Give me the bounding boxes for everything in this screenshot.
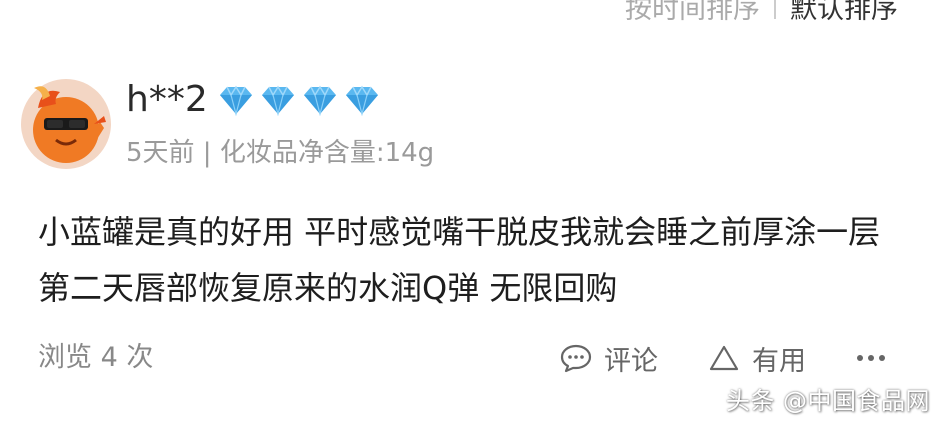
diamond-icon [346,85,378,116]
sort-by-default-button[interactable]: 默认排序 [790,0,898,26]
diamond-icon [304,85,336,116]
review-content: 小蓝罐是真的好用 平时感觉嘴干脱皮我就会睡之前厚涂一层 第二天唇部恢复原来的水润… [38,213,881,307]
view-count: 浏览 4 次 [38,342,154,373]
diamond-icon [220,85,252,116]
avatar[interactable] [20,78,112,170]
username[interactable]: h**2 [126,78,208,122]
triangle-up-icon [709,345,739,371]
useful-label: 有用 [752,345,806,377]
review-meta: 5天前 | 化妆品净含量:14g [126,138,435,168]
review-footer: 浏览 4 次 评论 有用 [38,338,912,378]
sort-by-time-button[interactable]: 按时间排序 [625,0,760,26]
more-button[interactable] [856,338,886,378]
diamond-icon [262,85,294,116]
sort-divider [774,0,776,19]
sort-bar: 按时间排序 默认排序 [625,0,898,26]
comment-icon [560,344,592,373]
avatar-image [21,79,111,169]
comment-button[interactable]: 评论 [560,338,658,378]
watermark: 头条 @中国食品网 [725,387,930,415]
comment-label: 评论 [604,345,658,377]
useful-button[interactable]: 有用 [708,338,806,378]
more-dots-icon [857,355,885,361]
user-level-badges [217,84,381,116]
